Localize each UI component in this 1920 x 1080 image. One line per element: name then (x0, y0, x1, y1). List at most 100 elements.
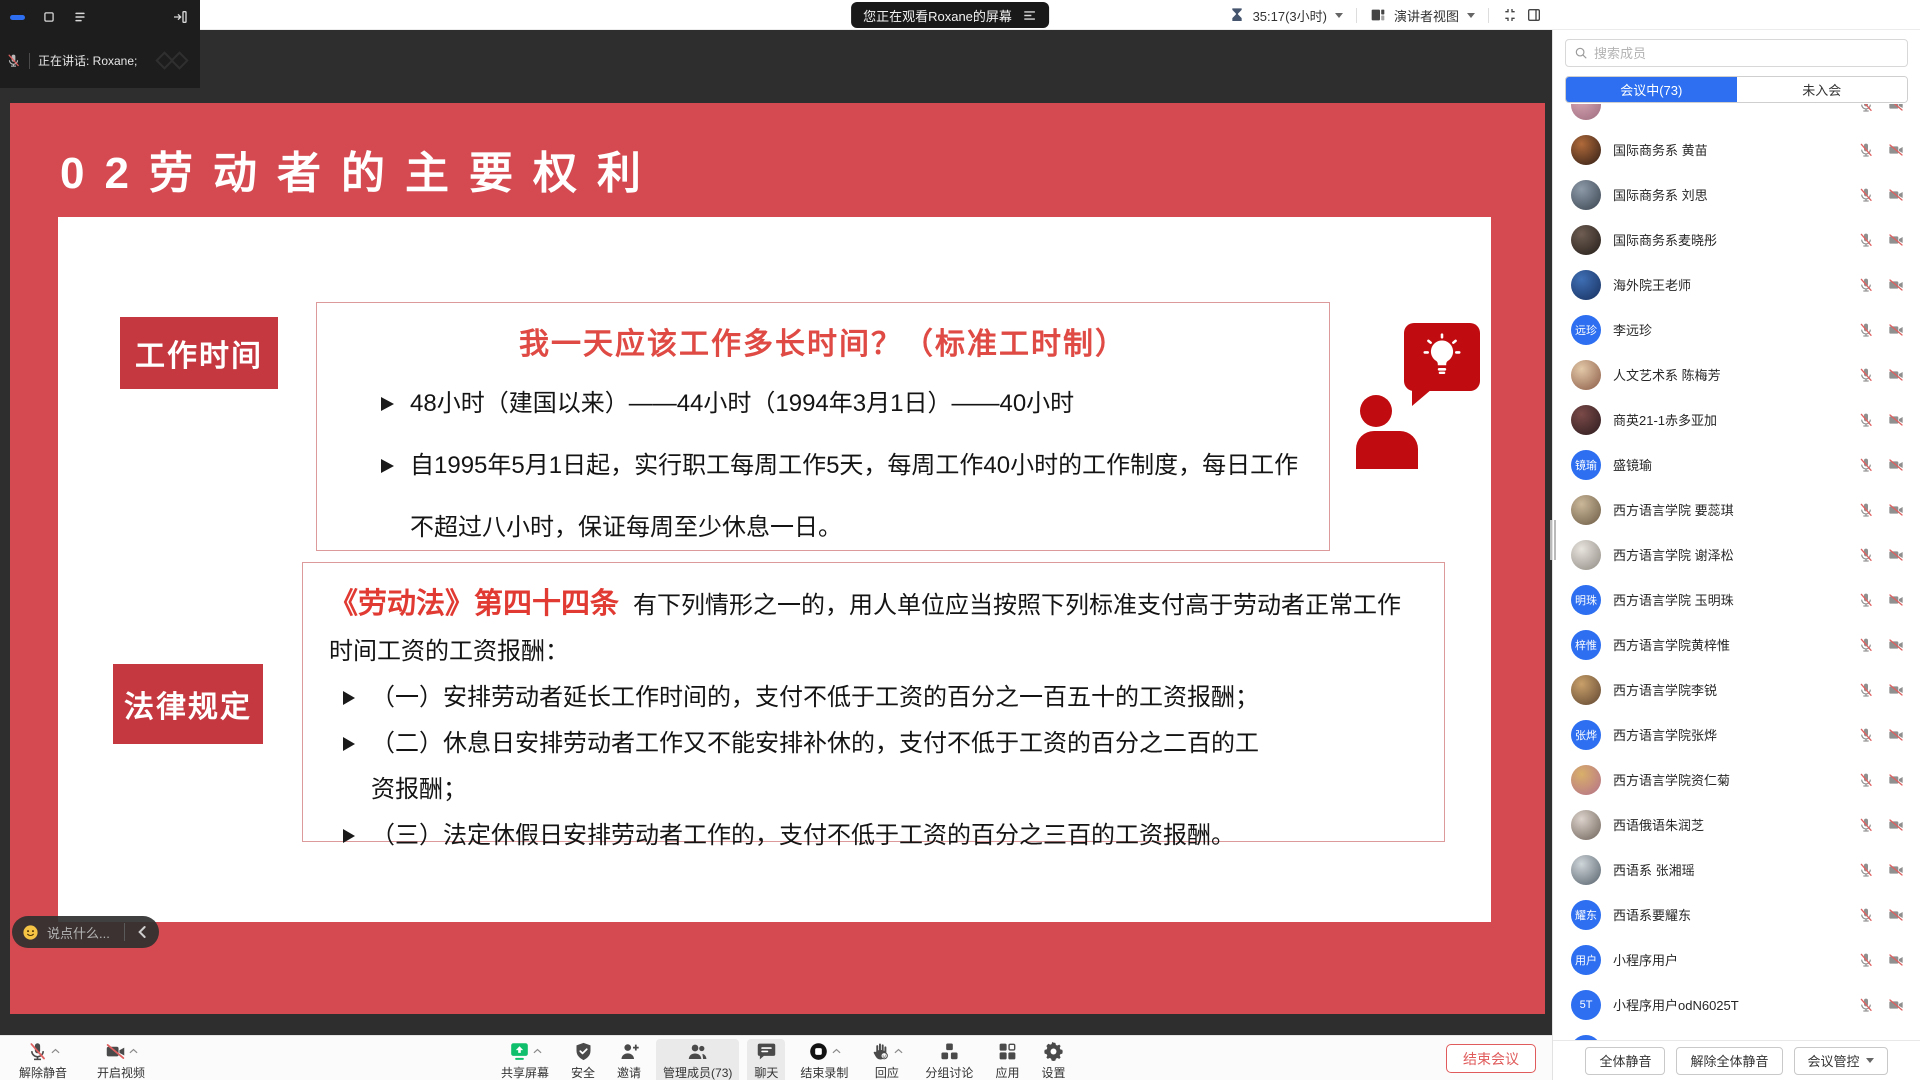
member-row[interactable]: 西方语言学院李锐 (1553, 667, 1920, 712)
mic-muted-icon[interactable] (1858, 727, 1874, 743)
chevron-up-icon[interactable] (129, 1048, 138, 1054)
view-mode-label[interactable]: 演讲者视图 (1394, 6, 1459, 25)
chat-placeholder[interactable]: 说点什么... (47, 923, 116, 942)
mic-muted-icon[interactable] (1858, 952, 1874, 968)
search-members[interactable] (1565, 39, 1908, 67)
toolbar-item-members[interactable]: 管理成员(73) (656, 1039, 739, 1080)
toggle-panel-icon[interactable] (1526, 7, 1542, 23)
camera-off-icon[interactable] (1888, 322, 1904, 338)
toolbar-item-invite[interactable]: 邀请 (610, 1039, 648, 1080)
mic-muted-icon[interactable] (1858, 772, 1874, 788)
chevron-up-icon[interactable] (51, 1048, 60, 1054)
chevron-up-icon[interactable] (894, 1048, 903, 1054)
share-banner-menu-icon[interactable] (1022, 9, 1037, 22)
chevron-up-icon[interactable] (533, 1048, 542, 1054)
member-row[interactable]: 商英21-1赤多亚加 (1553, 397, 1920, 442)
member-row[interactable]: 用户小程序用户 (1553, 1027, 1920, 1040)
member-row[interactable]: 国际商务系麦晓彤 (1553, 217, 1920, 262)
mic-muted-icon[interactable] (1858, 232, 1874, 248)
chevron-up-icon[interactable] (832, 1048, 841, 1054)
quick-chat-bar[interactable]: 说点什么... (12, 916, 159, 948)
toolbar-item-stop-record[interactable]: 结束录制 (793, 1039, 855, 1080)
mic-muted-icon[interactable] (1858, 637, 1874, 653)
mic-muted-icon[interactable] (1858, 907, 1874, 923)
layout-list-icon[interactable] (73, 10, 87, 24)
member-row[interactable]: 西方语言学院资仁菊 (1553, 757, 1920, 802)
camera-off-icon[interactable] (1888, 547, 1904, 563)
camera-off-icon[interactable] (1888, 727, 1904, 743)
toolbar-item-cam-muted[interactable]: 开启视频 (90, 1039, 152, 1080)
member-row[interactable]: 西语系 张湘瑶 (1553, 847, 1920, 892)
camera-off-icon[interactable] (1888, 457, 1904, 473)
toolbar-item-gear[interactable]: 设置 (1034, 1039, 1072, 1080)
toolbar-item-apps[interactable]: 应用 (988, 1039, 1026, 1080)
camera-off-icon[interactable] (1888, 232, 1904, 248)
camera-off-icon[interactable] (1888, 637, 1904, 653)
mic-muted-icon[interactable] (1858, 997, 1874, 1013)
member-row[interactable]: 镜瑜盛镜瑜 (1553, 442, 1920, 487)
member-row[interactable]: 海外院王老师 (1553, 262, 1920, 307)
member-row[interactable]: 西语俄语朱润芝 (1553, 802, 1920, 847)
toolbar-item-hand[interactable]: 回应 (863, 1039, 910, 1080)
camera-off-icon[interactable] (1888, 862, 1904, 878)
member-row[interactable]: 远珍李远珍 (1553, 307, 1920, 352)
view-dropdown-icon[interactable] (1467, 13, 1475, 18)
member-row[interactable]: 国际商务系 刘思 (1553, 172, 1920, 217)
mic-muted-icon[interactable] (1858, 502, 1874, 518)
mic-muted-icon[interactable] (1858, 682, 1874, 698)
member-row[interactable]: 西方语言学院 谢泽松 (1553, 532, 1920, 577)
member-row[interactable]: 西方语言学院 要蕊琪 (1553, 487, 1920, 532)
camera-off-icon[interactable] (1888, 277, 1904, 293)
segment-not-joined[interactable]: 未入会 (1737, 77, 1908, 102)
toolbar-item-mic-muted[interactable]: 解除静音 (12, 1039, 74, 1080)
toolbar-item-shield[interactable]: 安全 (564, 1039, 602, 1080)
mic-muted-icon[interactable] (1858, 187, 1874, 203)
camera-off-icon[interactable] (1888, 997, 1904, 1013)
panel-resize-handle[interactable] (1548, 520, 1557, 560)
camera-off-icon[interactable] (1888, 682, 1904, 698)
mic-muted-icon[interactable] (1858, 277, 1874, 293)
collapse-chat-icon[interactable] (133, 922, 153, 942)
mic-muted-icon[interactable] (1858, 322, 1874, 338)
camera-off-icon[interactable] (1888, 817, 1904, 833)
mic-muted-icon[interactable] (1858, 142, 1874, 158)
meeting-control-button[interactable]: 会议管控 (1794, 1047, 1888, 1075)
camera-off-icon[interactable] (1888, 907, 1904, 923)
mic-muted-icon[interactable] (1858, 367, 1874, 383)
exit-fullscreen-icon[interactable] (1502, 7, 1518, 23)
camera-off-icon[interactable] (1888, 412, 1904, 428)
camera-off-icon[interactable] (1888, 367, 1904, 383)
segment-in-meeting[interactable]: 会议中(73) (1566, 77, 1737, 102)
mini-window[interactable]: 正在讲话: Roxane; (0, 0, 200, 88)
member-row[interactable]: 明珠西方语言学院 玉明珠 (1553, 577, 1920, 622)
camera-off-icon[interactable] (1888, 187, 1904, 203)
toolbar-item-share-screen[interactable]: 共享屏幕 (494, 1039, 556, 1080)
mic-muted-icon[interactable] (1858, 104, 1874, 113)
emoji-icon[interactable] (22, 924, 39, 941)
mic-muted-icon[interactable] (1858, 457, 1874, 473)
member-row[interactable]: 张烨西方语言学院张烨 (1553, 712, 1920, 757)
camera-off-icon[interactable] (1888, 952, 1904, 968)
mic-muted-icon[interactable] (1858, 547, 1874, 563)
mic-muted-icon[interactable] (1858, 817, 1874, 833)
restore-window-icon[interactable] (42, 10, 56, 24)
toolbar-item-chat[interactable]: 聊天 (747, 1039, 785, 1080)
member-row[interactable]: 人文艺术系 陈梅芳 (1553, 352, 1920, 397)
timer-dropdown-icon[interactable] (1335, 13, 1343, 18)
member-row[interactable]: 梓惟西方语言学院黄梓惟 (1553, 622, 1920, 667)
member-row[interactable]: 国际商务系 黄苗 (1553, 127, 1920, 172)
member-row[interactable]: 用户小程序用户 (1553, 937, 1920, 982)
camera-off-icon[interactable] (1888, 142, 1904, 158)
camera-off-icon[interactable] (1888, 592, 1904, 608)
member-row[interactable]: 5T小程序用户odN6025T (1553, 982, 1920, 1027)
mic-muted-icon[interactable] (1858, 862, 1874, 878)
mic-muted-icon[interactable] (1858, 592, 1874, 608)
member-row[interactable] (1553, 104, 1920, 127)
end-meeting-button[interactable]: 结束会议 (1446, 1044, 1536, 1073)
toolbar-item-breakout[interactable]: 分组讨论 (918, 1039, 980, 1080)
expand-mini-icon[interactable] (172, 9, 188, 25)
mic-muted-icon[interactable] (1858, 412, 1874, 428)
camera-off-icon[interactable] (1888, 502, 1904, 518)
search-input[interactable] (1594, 46, 1899, 61)
member-row[interactable]: 耀东西语系要耀东 (1553, 892, 1920, 937)
